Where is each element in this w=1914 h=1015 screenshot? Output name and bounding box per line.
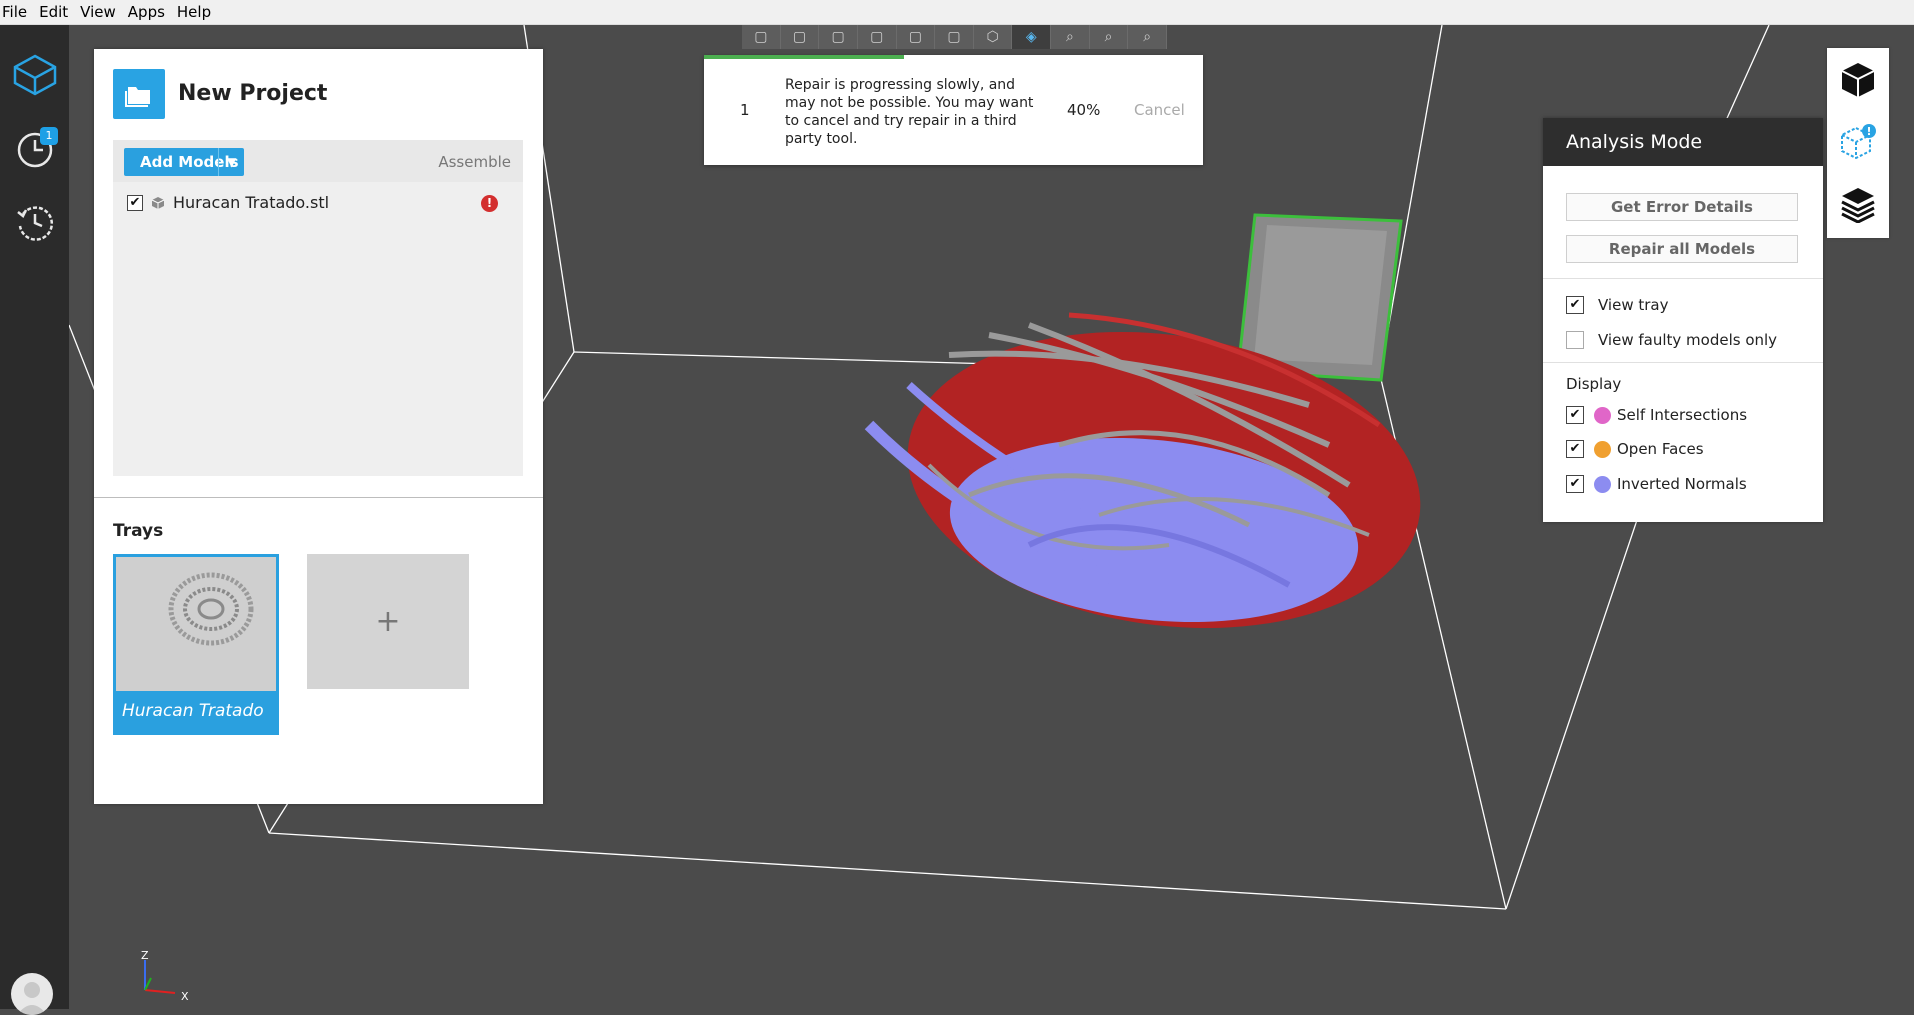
menu-edit[interactable]: Edit bbox=[35, 0, 76, 24]
view-top-button[interactable]: ▢ bbox=[897, 25, 936, 49]
history-button[interactable] bbox=[0, 192, 69, 252]
cube-bottom-icon: ▢ bbox=[947, 29, 961, 45]
inverted-normals-checkbox[interactable]: ✔ bbox=[1566, 475, 1584, 493]
view-back-button[interactable]: ▢ bbox=[781, 25, 820, 49]
zoom-icon: ⌕ bbox=[1143, 29, 1152, 45]
inverted-normals-label: Inverted Normals bbox=[1617, 475, 1747, 493]
model-name: Huracan Tratado.stl bbox=[173, 193, 330, 212]
prepare-button[interactable] bbox=[0, 45, 69, 105]
get-error-details-button[interactable]: Get Error Details bbox=[1566, 193, 1798, 221]
zoom-button[interactable]: ⌕ bbox=[1128, 25, 1168, 49]
layers-button[interactable] bbox=[1827, 174, 1889, 234]
model-view-button[interactable] bbox=[1827, 50, 1889, 110]
add-models-divider bbox=[218, 148, 219, 176]
repair-message: Repair is progressing slowly, and may no… bbox=[785, 77, 1034, 147]
models-toolbar: Add Models ▼ Assemble bbox=[113, 140, 523, 182]
analysis-title: Analysis Mode bbox=[1566, 131, 1703, 153]
view-toolbar: ▢ ▢ ▢ ▢ ▢ ▢ ⬡ ◈ ⌕ ⌕ ⌕ bbox=[742, 25, 1168, 49]
cube-back-icon: ▢ bbox=[792, 29, 807, 45]
repair-percent: 40% bbox=[1067, 101, 1101, 119]
divider bbox=[1543, 278, 1823, 279]
view-faulty-checkbox[interactable] bbox=[1566, 331, 1584, 349]
zoom-all-icon: ⌕ bbox=[1066, 29, 1074, 45]
x-axis-label: X bbox=[181, 990, 189, 1003]
zoom-selected-button[interactable]: ⌕ bbox=[1090, 25, 1129, 49]
cube-icon bbox=[151, 197, 165, 209]
open-faces-color-dot bbox=[1594, 441, 1611, 458]
solid-cube-icon bbox=[1841, 63, 1875, 97]
repair-all-models-button[interactable]: Repair all Models bbox=[1566, 235, 1798, 263]
menu-file[interactable]: File bbox=[0, 0, 35, 24]
repair-progress-dialog: 1 Repair is progressing slowly, and may … bbox=[704, 55, 1203, 165]
prepare-icon bbox=[13, 54, 56, 96]
queue-count-badge: 1 bbox=[40, 127, 58, 145]
repair-count: 1 bbox=[740, 101, 750, 119]
cube-top-icon: ▢ bbox=[908, 29, 922, 45]
menu-apps[interactable]: Apps bbox=[124, 0, 173, 24]
analysis-mode-button[interactable]: ! bbox=[1827, 112, 1889, 172]
x-axis bbox=[144, 989, 176, 994]
menu-help[interactable]: Help bbox=[173, 0, 219, 24]
cube-iso-icon: ⬡ bbox=[986, 29, 999, 45]
project-panel: New Project Add Models ▼ Assemble ✔ Hura… bbox=[94, 49, 543, 804]
add-models-button[interactable]: Add Models ▼ bbox=[124, 148, 244, 176]
zoom-all-button[interactable]: ⌕ bbox=[1051, 25, 1090, 49]
divider bbox=[1543, 362, 1823, 363]
trays-title: Trays bbox=[113, 521, 164, 541]
zoom-selected-icon: ⌕ bbox=[1104, 29, 1113, 45]
svg-text:!: ! bbox=[1866, 125, 1871, 138]
view-perspective-button[interactable]: ◈ bbox=[1012, 25, 1052, 49]
self-intersections-checkbox[interactable]: ✔ bbox=[1566, 406, 1584, 424]
error-icon[interactable]: ! bbox=[481, 195, 498, 212]
cube-left-icon: ▢ bbox=[831, 29, 845, 45]
cube-front-icon: ▢ bbox=[754, 29, 768, 45]
view-tray-label: View tray bbox=[1598, 296, 1669, 314]
tray-label: Huracan Tratado bbox=[122, 701, 264, 721]
right-toolbar: ! bbox=[1827, 48, 1889, 238]
analysis-panel: Analysis Mode Get Error Details Repair a… bbox=[1543, 118, 1823, 522]
analysis-header: Analysis Mode bbox=[1543, 118, 1823, 166]
divider bbox=[94, 497, 543, 498]
chevron-down-icon[interactable]: ▼ bbox=[227, 148, 236, 176]
perspective-icon: ◈ bbox=[1025, 29, 1037, 45]
analysis-cube-icon: ! bbox=[1841, 124, 1876, 160]
axes-indicator: Z X bbox=[141, 949, 189, 1003]
z-axis-label: Z bbox=[141, 949, 149, 962]
repair-progress-bar bbox=[704, 55, 904, 59]
open-faces-label: Open Faces bbox=[1617, 440, 1704, 458]
assemble-button[interactable]: Assemble bbox=[438, 153, 511, 171]
repair-cancel-button[interactable]: Cancel bbox=[1134, 101, 1185, 119]
left-rail: 1 bbox=[0, 25, 69, 1015]
project-title: New Project bbox=[178, 81, 328, 106]
folder-icon bbox=[113, 69, 165, 119]
self-intersections-label: Self Intersections bbox=[1617, 406, 1748, 424]
layers-icon bbox=[1841, 188, 1875, 223]
menu-view[interactable]: View bbox=[76, 0, 124, 24]
print-queue-button[interactable]: 1 bbox=[0, 119, 69, 179]
history-icon bbox=[16, 206, 53, 241]
view-faulty-label: View faulty models only bbox=[1598, 331, 1778, 349]
view-right-button[interactable]: ▢ bbox=[858, 25, 897, 49]
tray-thumbnail bbox=[116, 557, 276, 691]
inverted-normals-color-dot bbox=[1594, 476, 1611, 493]
open-faces-checkbox[interactable]: ✔ bbox=[1566, 440, 1584, 458]
add-models-label: Add Models bbox=[140, 153, 239, 171]
view-tray-checkbox[interactable]: ✔ bbox=[1566, 296, 1584, 314]
view-front-button[interactable]: ▢ bbox=[742, 25, 781, 49]
list-item[interactable]: ✔ Huracan Tratado.stl ! bbox=[113, 188, 523, 218]
menu-bar: File Edit View Apps Help bbox=[0, 0, 1914, 25]
view-bottom-button[interactable]: ▢ bbox=[935, 25, 974, 49]
add-tray-button[interactable]: + bbox=[307, 554, 469, 689]
models-list-area: Add Models ▼ Assemble ✔ Huracan Tratado.… bbox=[113, 140, 523, 476]
model-checkbox[interactable]: ✔ bbox=[127, 195, 143, 211]
tray-card[interactable]: Huracan Tratado bbox=[113, 554, 279, 735]
self-intersections-color-dot bbox=[1594, 407, 1611, 424]
cube-right-icon: ▢ bbox=[870, 29, 884, 45]
view-iso-button[interactable]: ⬡ bbox=[974, 25, 1013, 49]
display-title: Display bbox=[1566, 375, 1622, 393]
view-left-button[interactable]: ▢ bbox=[819, 25, 858, 49]
